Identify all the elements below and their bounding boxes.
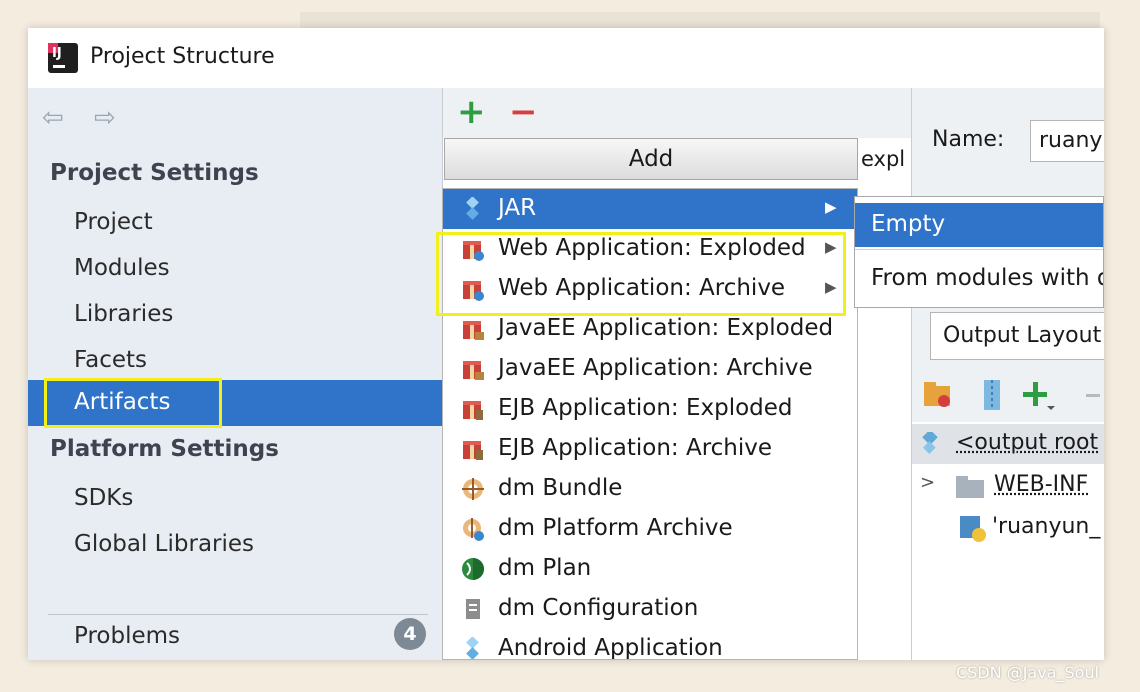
menu-item-dm-plan[interactable]: dm Plan bbox=[443, 549, 857, 589]
artifacts-toolbar: + − bbox=[443, 88, 911, 138]
archive-icon[interactable] bbox=[984, 380, 1000, 410]
artifacts-highlight-box bbox=[44, 378, 222, 428]
sidebar-item-modules[interactable]: Modules bbox=[28, 246, 442, 292]
title-bar: IJ Project Structure bbox=[28, 28, 1104, 88]
name-field[interactable]: ruanyu bbox=[1030, 120, 1104, 162]
bundle-icon bbox=[462, 478, 484, 500]
submenu-arrow-icon: ▶ bbox=[825, 198, 837, 216]
problems-count-badge: 4 bbox=[394, 618, 426, 650]
background-window-strip bbox=[300, 12, 1100, 28]
add-element-icon[interactable] bbox=[1023, 382, 1055, 410]
ejb-icon bbox=[463, 401, 483, 420]
jar-submenu: Empty From modules with d bbox=[854, 196, 1104, 308]
plan-icon bbox=[462, 558, 484, 580]
add-menu-header: Add bbox=[444, 138, 858, 180]
sidebar: ⇦ ⇨ Project Settings Project Modules Lib… bbox=[28, 88, 443, 660]
project-settings-heading: Project Settings bbox=[50, 160, 259, 186]
javaee-icon bbox=[463, 321, 484, 340]
project-structure-dialog: IJ Project Structure ⇦ ⇨ Project Setting… bbox=[28, 28, 1104, 660]
tab-output-layout[interactable]: Output Layout bbox=[930, 312, 1104, 360]
web-application-highlight-box bbox=[436, 232, 846, 316]
new-folder-icon[interactable] bbox=[924, 382, 950, 407]
menu-item-android-application[interactable]: Android Application bbox=[443, 629, 857, 659]
remove-artifact-button[interactable]: − bbox=[509, 92, 538, 132]
ejb-icon bbox=[463, 441, 483, 460]
forward-arrow-icon[interactable]: ⇨ bbox=[94, 103, 116, 133]
intellij-app-icon: IJ bbox=[48, 43, 78, 73]
sidebar-item-problems[interactable]: Problems bbox=[28, 614, 442, 660]
tree-row-output-root[interactable]: <output root bbox=[912, 424, 1104, 464]
configuration-icon bbox=[466, 599, 480, 619]
menu-item-jar[interactable]: JAR ▶ bbox=[443, 189, 857, 229]
output-tree-toolbar bbox=[912, 368, 1104, 422]
platform-archive-icon bbox=[463, 518, 484, 541]
window-title: Project Structure bbox=[90, 44, 275, 69]
tree-toolbar-icons bbox=[924, 380, 1100, 410]
sidebar-item-sdks[interactable]: SDKs bbox=[28, 476, 442, 522]
submenu-item-empty[interactable]: Empty bbox=[855, 203, 1103, 247]
partial-list-text: expl bbox=[861, 147, 906, 171]
menu-item-ejb-archive[interactable]: EJB Application: Archive bbox=[443, 429, 857, 469]
expand-chevron-icon[interactable]: > bbox=[920, 472, 935, 493]
jar-icon bbox=[466, 197, 479, 220]
sidebar-item-global-libraries[interactable]: Global Libraries bbox=[28, 522, 442, 568]
submenu-item-from-modules[interactable]: From modules with d bbox=[855, 257, 1103, 301]
menu-item-javaee-archive[interactable]: JavaEE Application: Archive bbox=[443, 349, 857, 389]
platform-settings-heading: Platform Settings bbox=[50, 436, 279, 462]
menu-item-dm-bundle[interactable]: dm Bundle bbox=[443, 469, 857, 509]
menu-item-dm-configuration[interactable]: dm Configuration bbox=[443, 589, 857, 629]
menu-item-ejb-exploded[interactable]: EJB Application: Exploded bbox=[443, 389, 857, 429]
module-output-icon bbox=[960, 516, 986, 542]
remove-element-icon[interactable] bbox=[1086, 394, 1100, 397]
sidebar-item-project[interactable]: Project bbox=[28, 200, 442, 246]
tree-row-module-output[interactable]: 'ruanyun_ bbox=[912, 508, 1104, 548]
name-label: Name: bbox=[932, 127, 1005, 152]
add-artifact-button[interactable]: + bbox=[457, 92, 486, 132]
folder-icon bbox=[956, 476, 984, 498]
tree-row-web-inf[interactable]: > WEB-INF bbox=[912, 466, 1104, 506]
menu-item-dm-platform-archive[interactable]: dm Platform Archive bbox=[443, 509, 857, 549]
submenu-divider bbox=[855, 249, 1103, 250]
jar-icon bbox=[922, 432, 938, 454]
watermark: CSDN @Java_Soul bbox=[956, 663, 1100, 682]
android-icon bbox=[466, 637, 479, 659]
javaee-icon bbox=[463, 361, 484, 380]
sidebar-item-libraries[interactable]: Libraries bbox=[28, 292, 442, 338]
back-arrow-icon[interactable]: ⇦ bbox=[42, 103, 64, 133]
